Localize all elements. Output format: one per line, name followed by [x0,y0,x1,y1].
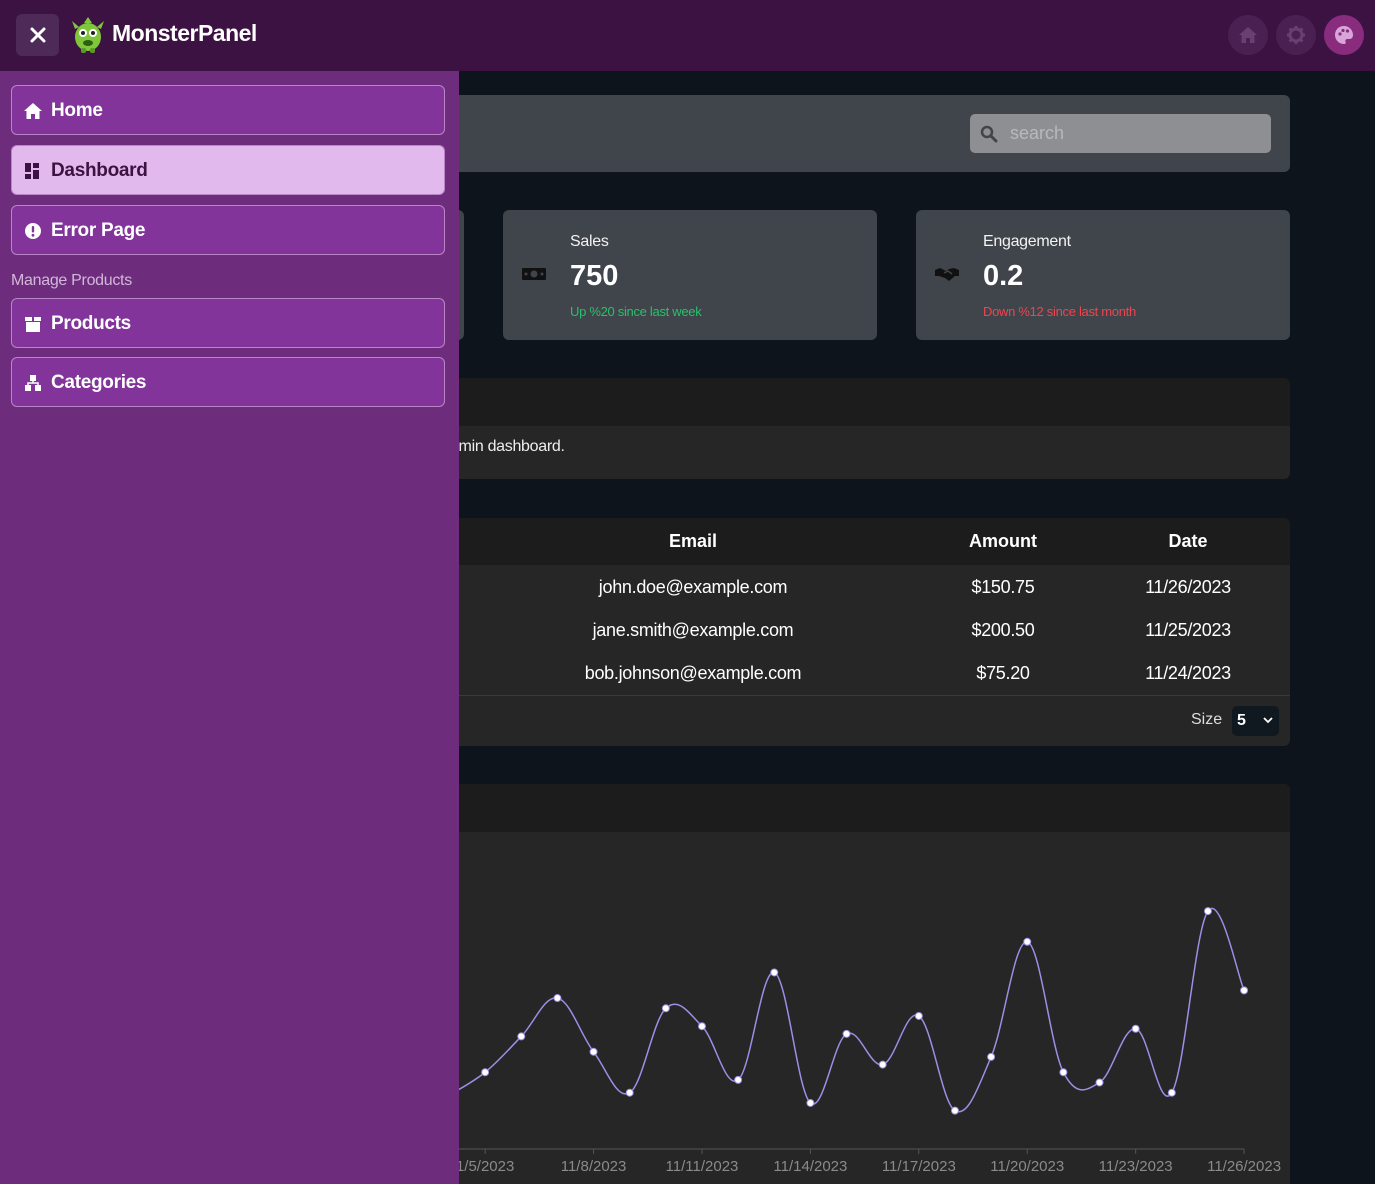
page-size-label: Size [1191,711,1223,728]
stat-card-engagement: Engagement 0.2 Down %12 since last month [916,210,1290,340]
sidebar-item-error-page[interactable]: Error Page [11,205,445,255]
x-tick-label: 1/5/2023 [456,1158,514,1175]
cell-date: 11/25/2023 [1145,620,1231,640]
data-point[interactable] [987,1052,996,1061]
theme-button[interactable] [1324,15,1364,55]
brand-name: MonsterPanel [112,20,257,46]
data-point[interactable] [1023,937,1032,946]
palette-icon [1335,26,1353,44]
sidebar: Home Dashboard Error Page Manage Product… [0,71,459,1184]
stat-value: 750 [570,260,619,292]
data-point[interactable] [950,1106,959,1115]
cell-amount: $75.20 [976,663,1030,683]
data-point[interactable] [589,1047,598,1056]
data-point[interactable] [1095,1078,1104,1087]
page-size-value: 5 [1237,712,1246,729]
column-header-amount[interactable]: Amount [903,531,1103,552]
cell-email: john.doe@example.com [598,577,788,597]
stat-title: Engagement [983,233,1071,250]
sidebar-item-label: Home [51,100,103,121]
data-point[interactable] [878,1060,887,1069]
data-point[interactable] [517,1032,526,1041]
home-button[interactable] [1228,15,1268,55]
close-icon [30,27,45,43]
gear-icon [1287,26,1305,44]
close-sidebar-button[interactable] [16,14,59,56]
series-line [448,907,1245,1113]
data-point[interactable] [770,968,779,977]
x-tick-label: 11/8/2023 [561,1158,627,1175]
dashboard-icon [25,163,39,179]
stat-card-sales: Sales 750 Up %20 since last week [503,210,877,340]
data-point[interactable] [625,1088,634,1097]
alert-icon [25,223,41,239]
table-divider [420,695,1290,696]
x-tick-label: 11/23/2023 [1099,1158,1173,1175]
chevron-down-icon [1263,717,1273,724]
info-card-header [420,378,1290,426]
column-header-date[interactable]: Date [1088,531,1288,552]
table-header: Email Amount Date [420,518,1290,565]
column-header-email[interactable]: Email [493,531,893,552]
home-icon [1239,27,1257,43]
cell-date: 11/24/2023 [1145,663,1231,683]
line-chart: 1/5/2023 11/8/2023 11/11/2023 11/14/2023 11/… [420,907,1281,1175]
top-bar: MonsterPanel [0,0,1375,71]
money-icon [522,268,546,280]
box-icon [25,317,41,332]
page-size-select[interactable]: 5 [1232,706,1279,736]
transactions-table: Email Amount Date john.doe@example.com $… [420,518,1290,746]
settings-button[interactable] [1276,15,1316,55]
data-point[interactable] [697,1022,706,1031]
chart-card: 1/5/2023 11/8/2023 11/11/2023 11/14/2023 11/… [420,784,1290,1184]
data-point[interactable] [1240,986,1249,995]
sidebar-item-label: Error Page [51,220,146,241]
data-point[interactable] [661,1004,670,1013]
cell-amount: $200.50 [971,620,1035,640]
data-point[interactable] [734,1075,743,1084]
data-point[interactable] [1203,907,1212,916]
data-point[interactable] [1059,1068,1068,1077]
categories-icon [25,375,41,391]
cell-amount: $150.75 [971,577,1035,597]
stat-value: 0.2 [983,260,1024,292]
x-tick-label: 11/26/2023 [1207,1158,1281,1175]
section-label: Manage Products [11,272,132,289]
info-card: nd admin dashboard. [420,378,1290,479]
sidebar-item-products[interactable]: Products [11,298,445,348]
data-point[interactable] [481,1068,490,1077]
data-point[interactable] [1167,1088,1176,1097]
sidebar-item-dashboard[interactable]: Dashboard [11,145,445,195]
x-tick-label: 11/14/2023 [773,1158,847,1175]
sidebar-item-home[interactable]: Home [11,85,445,135]
data-point[interactable] [1131,1024,1140,1033]
data-point[interactable] [842,1029,851,1038]
cell-email: jane.smith@example.com [592,620,794,640]
search-card [420,95,1290,172]
stat-trend: Down %12 since last month [983,304,1136,319]
stat-title: Sales [570,233,609,250]
cell-date: 11/26/2023 [1145,577,1231,597]
sidebar-item-label: Dashboard [51,160,148,181]
search-input[interactable] [1010,114,1260,153]
search-box[interactable] [970,114,1271,153]
x-tick-label: 11/11/2023 [666,1158,739,1175]
data-point[interactable] [914,1011,923,1020]
x-tick-label: 11/20/2023 [990,1158,1064,1175]
x-tick-label: 11/17/2023 [882,1158,956,1175]
monster-logo [72,17,104,53]
cell-email: bob.johnson@example.com [584,663,802,683]
data-point[interactable] [553,994,562,1003]
handshake-icon [935,268,959,281]
stat-trend: Up %20 since last week [570,304,702,319]
home-icon [24,103,42,119]
sidebar-item-categories[interactable]: Categories [11,357,445,407]
sidebar-item-label: Categories [51,372,147,393]
search-icon [980,125,998,143]
data-point[interactable] [806,1098,815,1107]
sidebar-item-label: Products [51,313,131,334]
